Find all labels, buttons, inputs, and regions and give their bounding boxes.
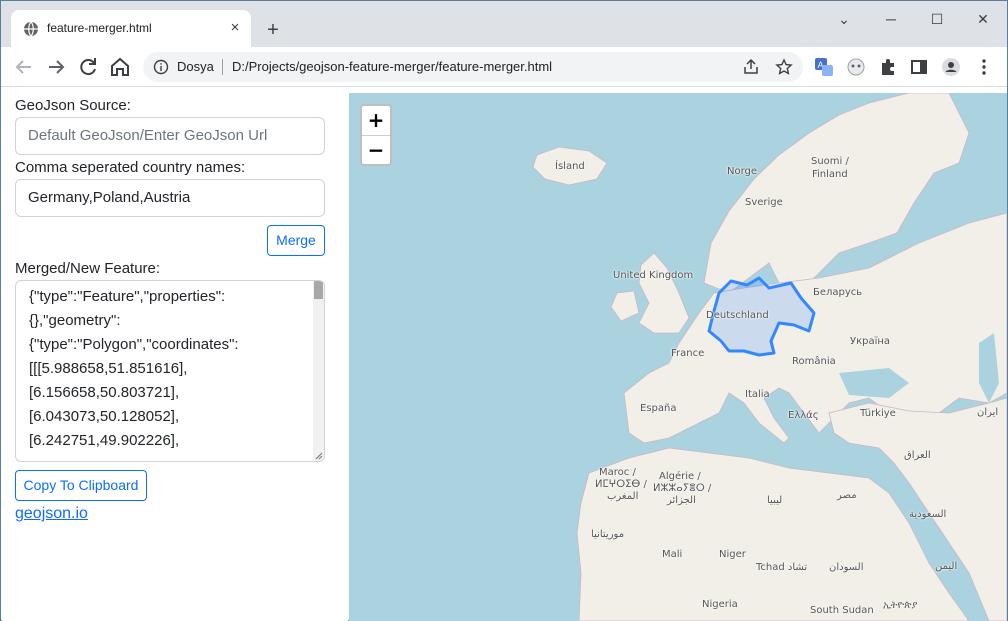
map-label-ethiopia: ኢትዮጵያ (883, 600, 918, 611)
output-line: {"type":"Feature","properties": (29, 288, 226, 305)
maximize-button[interactable]: ☐ (926, 8, 948, 30)
output-line: [6.242751,49.902226], (29, 432, 180, 449)
geojson-io-link[interactable]: geojson.io (15, 505, 88, 523)
address-bar[interactable]: Dosya D:/Projects/geojson-feature-merger… (143, 52, 803, 82)
new-tab-button[interactable]: + (263, 20, 283, 40)
reload-icon[interactable] (76, 55, 100, 79)
map-label-suomi-1: Suomi / (811, 156, 849, 167)
map-label-sudan: السودان (829, 562, 864, 573)
map-label-maroc-2: ⵍⵎⵖⵔⵉⴱ / (595, 479, 647, 490)
back-icon[interactable] (12, 55, 36, 79)
site-label: Dosya (177, 59, 214, 74)
output-line: {},"geometry": (29, 312, 121, 329)
map-label-italia: Italia (745, 389, 770, 400)
output-line: [[[5.988658,51.851616], (29, 360, 188, 377)
geojson-source-input[interactable]: Default GeoJson/Enter GeoJson Url (15, 117, 325, 155)
ireland-land (610, 290, 640, 322)
copy-to-clipboard-button[interactable]: Copy To Clipboard (15, 470, 147, 501)
map-label-misr: مصر (837, 490, 857, 501)
tab-strip: feature-merger.html × + ⌄ ─ ☐ ✕ (1, 1, 1007, 47)
side-panel-icon[interactable] (909, 57, 929, 77)
map-label-ukraina: Україна (850, 336, 891, 347)
textarea-scroll-thumb[interactable] (314, 281, 323, 299)
map-label-algerie-1: Algérie / (659, 471, 701, 482)
source-label: GeoJson Source: (15, 97, 131, 114)
url-text[interactable]: D:/Projects/geojson-feature-merger/featu… (232, 59, 552, 74)
map-label-maroc-3: المغرب (607, 491, 639, 502)
merged-feature-textarea[interactable]: {"type":"Feature","properties": {},"geom… (15, 280, 325, 462)
map-label-ellas: Ελλάς (788, 410, 819, 421)
profile-icon[interactable] (941, 57, 961, 77)
map-label-romania: România (792, 356, 836, 367)
tab-title: feature-merger.html (47, 21, 152, 35)
tab-search-chevron-icon[interactable]: ⌄ (833, 8, 855, 30)
address-separator (222, 59, 223, 75)
map-label-libya: ليبيا (767, 495, 783, 506)
tab-feature-merger[interactable]: feature-merger.html × (11, 10, 251, 47)
map-label-mauritania: موريتانيا (591, 529, 625, 540)
browser-toolbar: Dosya D:/Projects/geojson-feature-merger… (1, 47, 1007, 87)
menu-icon[interactable] (974, 57, 994, 77)
map-label-turkiye: Türkiye (860, 408, 896, 419)
output-line: [6.043073,50.128052], (29, 408, 180, 425)
map-label-niger: Niger (719, 549, 746, 560)
bookmark-star-icon[interactable] (775, 58, 793, 76)
map-label-algerie-2: ⵍⵣⵣⴰⵢⴻⵔ / (653, 483, 712, 494)
map-label-sverige: Sverige (745, 197, 783, 208)
resize-grip-icon[interactable] (315, 452, 323, 460)
merge-button[interactable]: Merge (267, 225, 325, 256)
output-line: {"type":"Polygon","coordinates": (29, 336, 239, 353)
extension-icon[interactable] (846, 57, 866, 77)
countries-label: Comma seperated country names: (15, 159, 246, 176)
map-label-nigeria: Nigeria (702, 599, 738, 610)
globe-icon (24, 21, 38, 37)
map-label-saudi: السعودية (909, 509, 947, 520)
map-label-deutschland: Deutschland (706, 310, 769, 321)
map-label-france: France (671, 348, 705, 359)
puzzle-icon[interactable] (878, 57, 898, 77)
map-label-norge: Norge (727, 166, 758, 177)
merged-feature-text: {"type":"Feature","properties": {},"geom… (29, 285, 315, 453)
close-window-button[interactable]: ✕ (972, 8, 994, 30)
output-label: Merged/New Feature: (15, 260, 161, 277)
share-icon[interactable] (742, 58, 760, 76)
countries-input[interactable]: Germany,Poland,Austria (15, 179, 325, 217)
map-label-iraq: العراق (904, 450, 931, 461)
zoom-in-button[interactable]: + (362, 106, 390, 135)
info-icon[interactable] (153, 59, 169, 75)
map-label-uk: United Kingdom (613, 270, 694, 281)
zoom-control: + − (360, 104, 392, 166)
zoom-out-button[interactable]: − (362, 136, 390, 165)
tab-close-icon[interactable]: × (225, 18, 245, 38)
textarea-scrollbar[interactable] (313, 281, 324, 461)
forward-icon[interactable] (44, 55, 68, 79)
map-label-maroc-1: Maroc / (599, 467, 636, 478)
minimize-button[interactable]: ─ (880, 8, 902, 30)
great-britain-land (638, 252, 690, 334)
output-line: [6.156658,50.803721], (29, 384, 180, 401)
map-label-iran: ایران (977, 407, 999, 418)
map-label-mali: Mali (662, 549, 683, 560)
form-panel: GeoJson Source: Default GeoJson/Enter Ge… (2, 88, 348, 621)
map-label-belarus: Беларусь (813, 287, 863, 298)
map-label-tchad: Tchad تشاد (756, 562, 808, 573)
map-label-espana: España (640, 403, 677, 414)
map-label-suomi-2: Finland (812, 169, 848, 180)
map-label-island: Ísland (555, 161, 585, 172)
map-label-yemen: اليمن (935, 561, 958, 572)
home-icon[interactable] (108, 55, 132, 79)
translate-icon[interactable]: A (814, 57, 834, 77)
map-view[interactable]: + − Ísland Norge Suomi / Finland Sverige… (349, 93, 1007, 621)
map-label-algerie-3: الجزائر (667, 495, 696, 506)
map-label-south-sudan: South Sudan (810, 605, 874, 616)
browser-window: feature-merger.html × + ⌄ ─ ☐ ✕ Dosya D:… (0, 0, 1008, 621)
